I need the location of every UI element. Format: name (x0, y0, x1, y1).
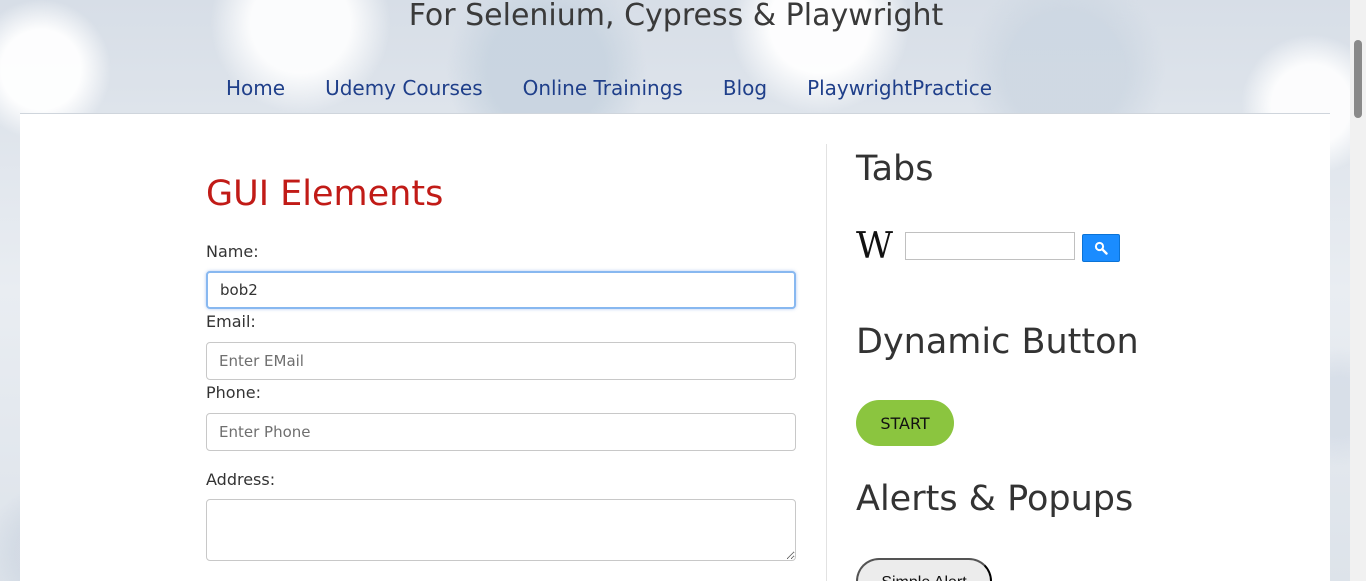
nav-item-playwright-practice[interactable]: PlaywrightPractice (787, 72, 1012, 104)
nav-item-udemy-courses[interactable]: Udemy Courses (305, 72, 503, 104)
search-icon (1094, 241, 1108, 255)
name-input[interactable] (206, 271, 796, 309)
dynamic-button-title: Dynamic Button (856, 322, 1139, 362)
nav-item-blog[interactable]: Blog (703, 72, 787, 104)
phone-label: Phone: (206, 383, 261, 402)
tabs-title: Tabs (856, 149, 934, 189)
site-subtitle: For Selenium, Cypress & Playwright (408, 0, 944, 33)
scrollbar-thumb[interactable] (1354, 40, 1362, 118)
wikipedia-logo-icon: W (856, 226, 894, 267)
column-divider (826, 144, 827, 581)
main-nav: Home Udemy Courses Online Trainings Blog… (206, 72, 1012, 104)
address-label: Address: (206, 470, 276, 489)
alerts-popups-title: Alerts & Popups (856, 479, 1134, 519)
page-scrollbar[interactable] (1350, 0, 1366, 581)
phone-input[interactable] (206, 413, 796, 451)
main-content-card: GUI Elements Name: Email: Phone: Address… (20, 113, 1330, 581)
name-label: Name: (206, 242, 259, 261)
nav-item-online-trainings[interactable]: Online Trainings (503, 72, 703, 104)
nav-item-home[interactable]: Home (206, 72, 305, 104)
address-textarea[interactable] (206, 499, 796, 561)
email-label: Email: (206, 312, 256, 331)
simple-alert-button[interactable]: Simple Alert (856, 558, 992, 581)
wikipedia-search-input[interactable] (905, 232, 1075, 260)
email-input[interactable] (206, 342, 796, 380)
start-button[interactable]: START (856, 400, 954, 446)
gui-elements-title: GUI Elements (206, 174, 444, 214)
wikipedia-search-button[interactable] (1082, 234, 1120, 262)
